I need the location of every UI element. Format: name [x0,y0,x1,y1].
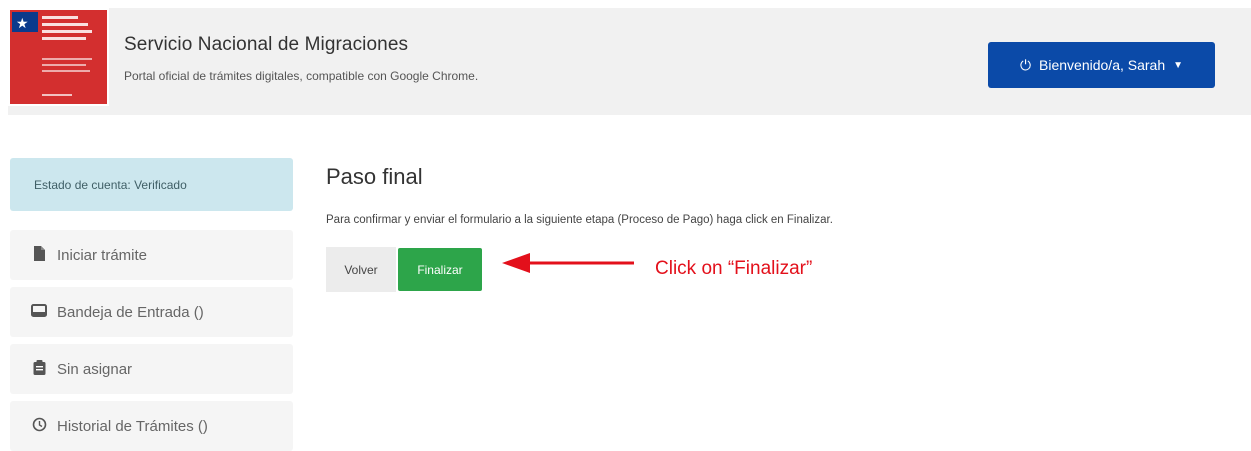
logo-text-lines [42,16,92,44]
file-icon [30,246,48,264]
inbox-icon [30,303,48,321]
page-title: Paso final [326,164,423,189]
main-content: Paso final Para confirmar y enviar el fo… [326,164,833,292]
clipboard-icon [30,360,48,378]
back-button[interactable]: Volver [326,247,396,292]
site-header: ★ Servicio Nacional de Migraciones Porta… [8,8,1251,115]
sidebar-item-label: Iniciar trámite [57,246,148,264]
sidebar-item-historial-tramites[interactable]: Historial de Trámites () [10,401,293,451]
sidebar-item-bandeja-entrada[interactable]: Bandeja de Entrada () [10,287,293,337]
logo-sub-lines [42,58,92,76]
sidebar-item-label: Bandeja de Entrada () [57,303,204,321]
caret-down-icon: ▼ [1173,59,1184,71]
annotation-label: Click on “Finalizar” [655,258,813,279]
star-icon: ★ [16,15,29,31]
logo-blue-block: ★ [12,12,38,32]
sidebar-item-label: Sin asignar [57,360,133,378]
logo-footer-line [42,94,72,96]
migraciones-logo[interactable]: ★ [8,8,109,106]
account-status-label: Estado de cuenta: Verificado [34,177,187,192]
finish-button[interactable]: Finalizar [398,248,482,291]
user-menu-label: Bienvenido/a, Sarah [1039,57,1166,73]
arrow-left-icon [502,253,634,273]
instruction-text: Para confirmar y enviar el formulario a … [326,214,833,226]
sidebar-item-label: Historial de Trámites () [57,417,208,435]
sidebar-item-iniciar-tramite[interactable]: Iniciar trámite [10,230,293,280]
history-icon [30,417,48,435]
logo-red-panel: ★ [10,10,107,104]
account-status-box: Estado de cuenta: Verificado [10,158,293,211]
user-menu-button[interactable]: ⏻ Bienvenido/a, Sarah ▼ [988,42,1215,88]
site-subtitle: Portal oficial de trámites digitales, co… [124,69,479,83]
power-icon: ⏻ [1019,56,1032,73]
site-title: Servicio Nacional de Migraciones [124,34,409,55]
sidebar: Estado de cuenta: Verificado Iniciar trá… [10,158,293,451]
sidebar-item-sin-asignar[interactable]: Sin asignar [10,344,293,394]
